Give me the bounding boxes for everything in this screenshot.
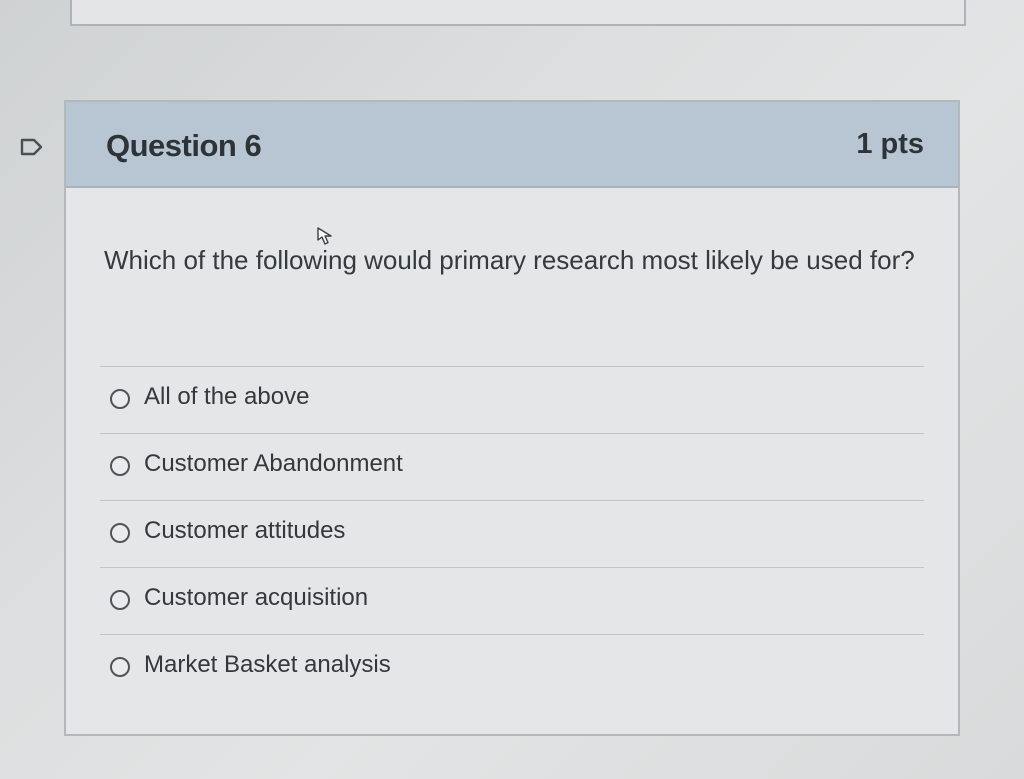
answer-option[interactable]: Market Basket analysis <box>100 635 924 701</box>
answer-label[interactable]: Customer attitudes <box>144 517 345 545</box>
flag-icon[interactable] <box>20 138 44 156</box>
radio-button[interactable] <box>110 590 130 610</box>
radio-button[interactable] <box>110 456 130 476</box>
question-points: 1 pts <box>856 128 924 160</box>
answer-option[interactable]: Customer Abandonment <box>100 434 924 501</box>
previous-question-card <box>70 0 966 26</box>
answer-option[interactable]: Customer acquisition <box>100 568 924 635</box>
answer-option[interactable]: All of the above <box>100 367 924 434</box>
answer-label[interactable]: All of the above <box>144 383 309 411</box>
question-text: Which of the following would primary res… <box>104 245 915 275</box>
radio-button[interactable] <box>110 389 130 409</box>
answer-label[interactable]: Market Basket analysis <box>144 651 391 679</box>
answer-option[interactable]: Customer attitudes <box>100 501 924 568</box>
question-card: Question 6 1 pts Which of the following … <box>64 100 960 736</box>
radio-button[interactable] <box>110 523 130 543</box>
question-title: Question 6 <box>106 128 262 163</box>
answer-list: All of the above Customer Abandonment Cu… <box>100 366 924 701</box>
answer-label[interactable]: Customer Abandonment <box>144 450 403 478</box>
question-header: Question 6 1 pts <box>66 102 958 188</box>
answer-label[interactable]: Customer acquisition <box>144 584 368 612</box>
radio-button[interactable] <box>110 657 130 677</box>
